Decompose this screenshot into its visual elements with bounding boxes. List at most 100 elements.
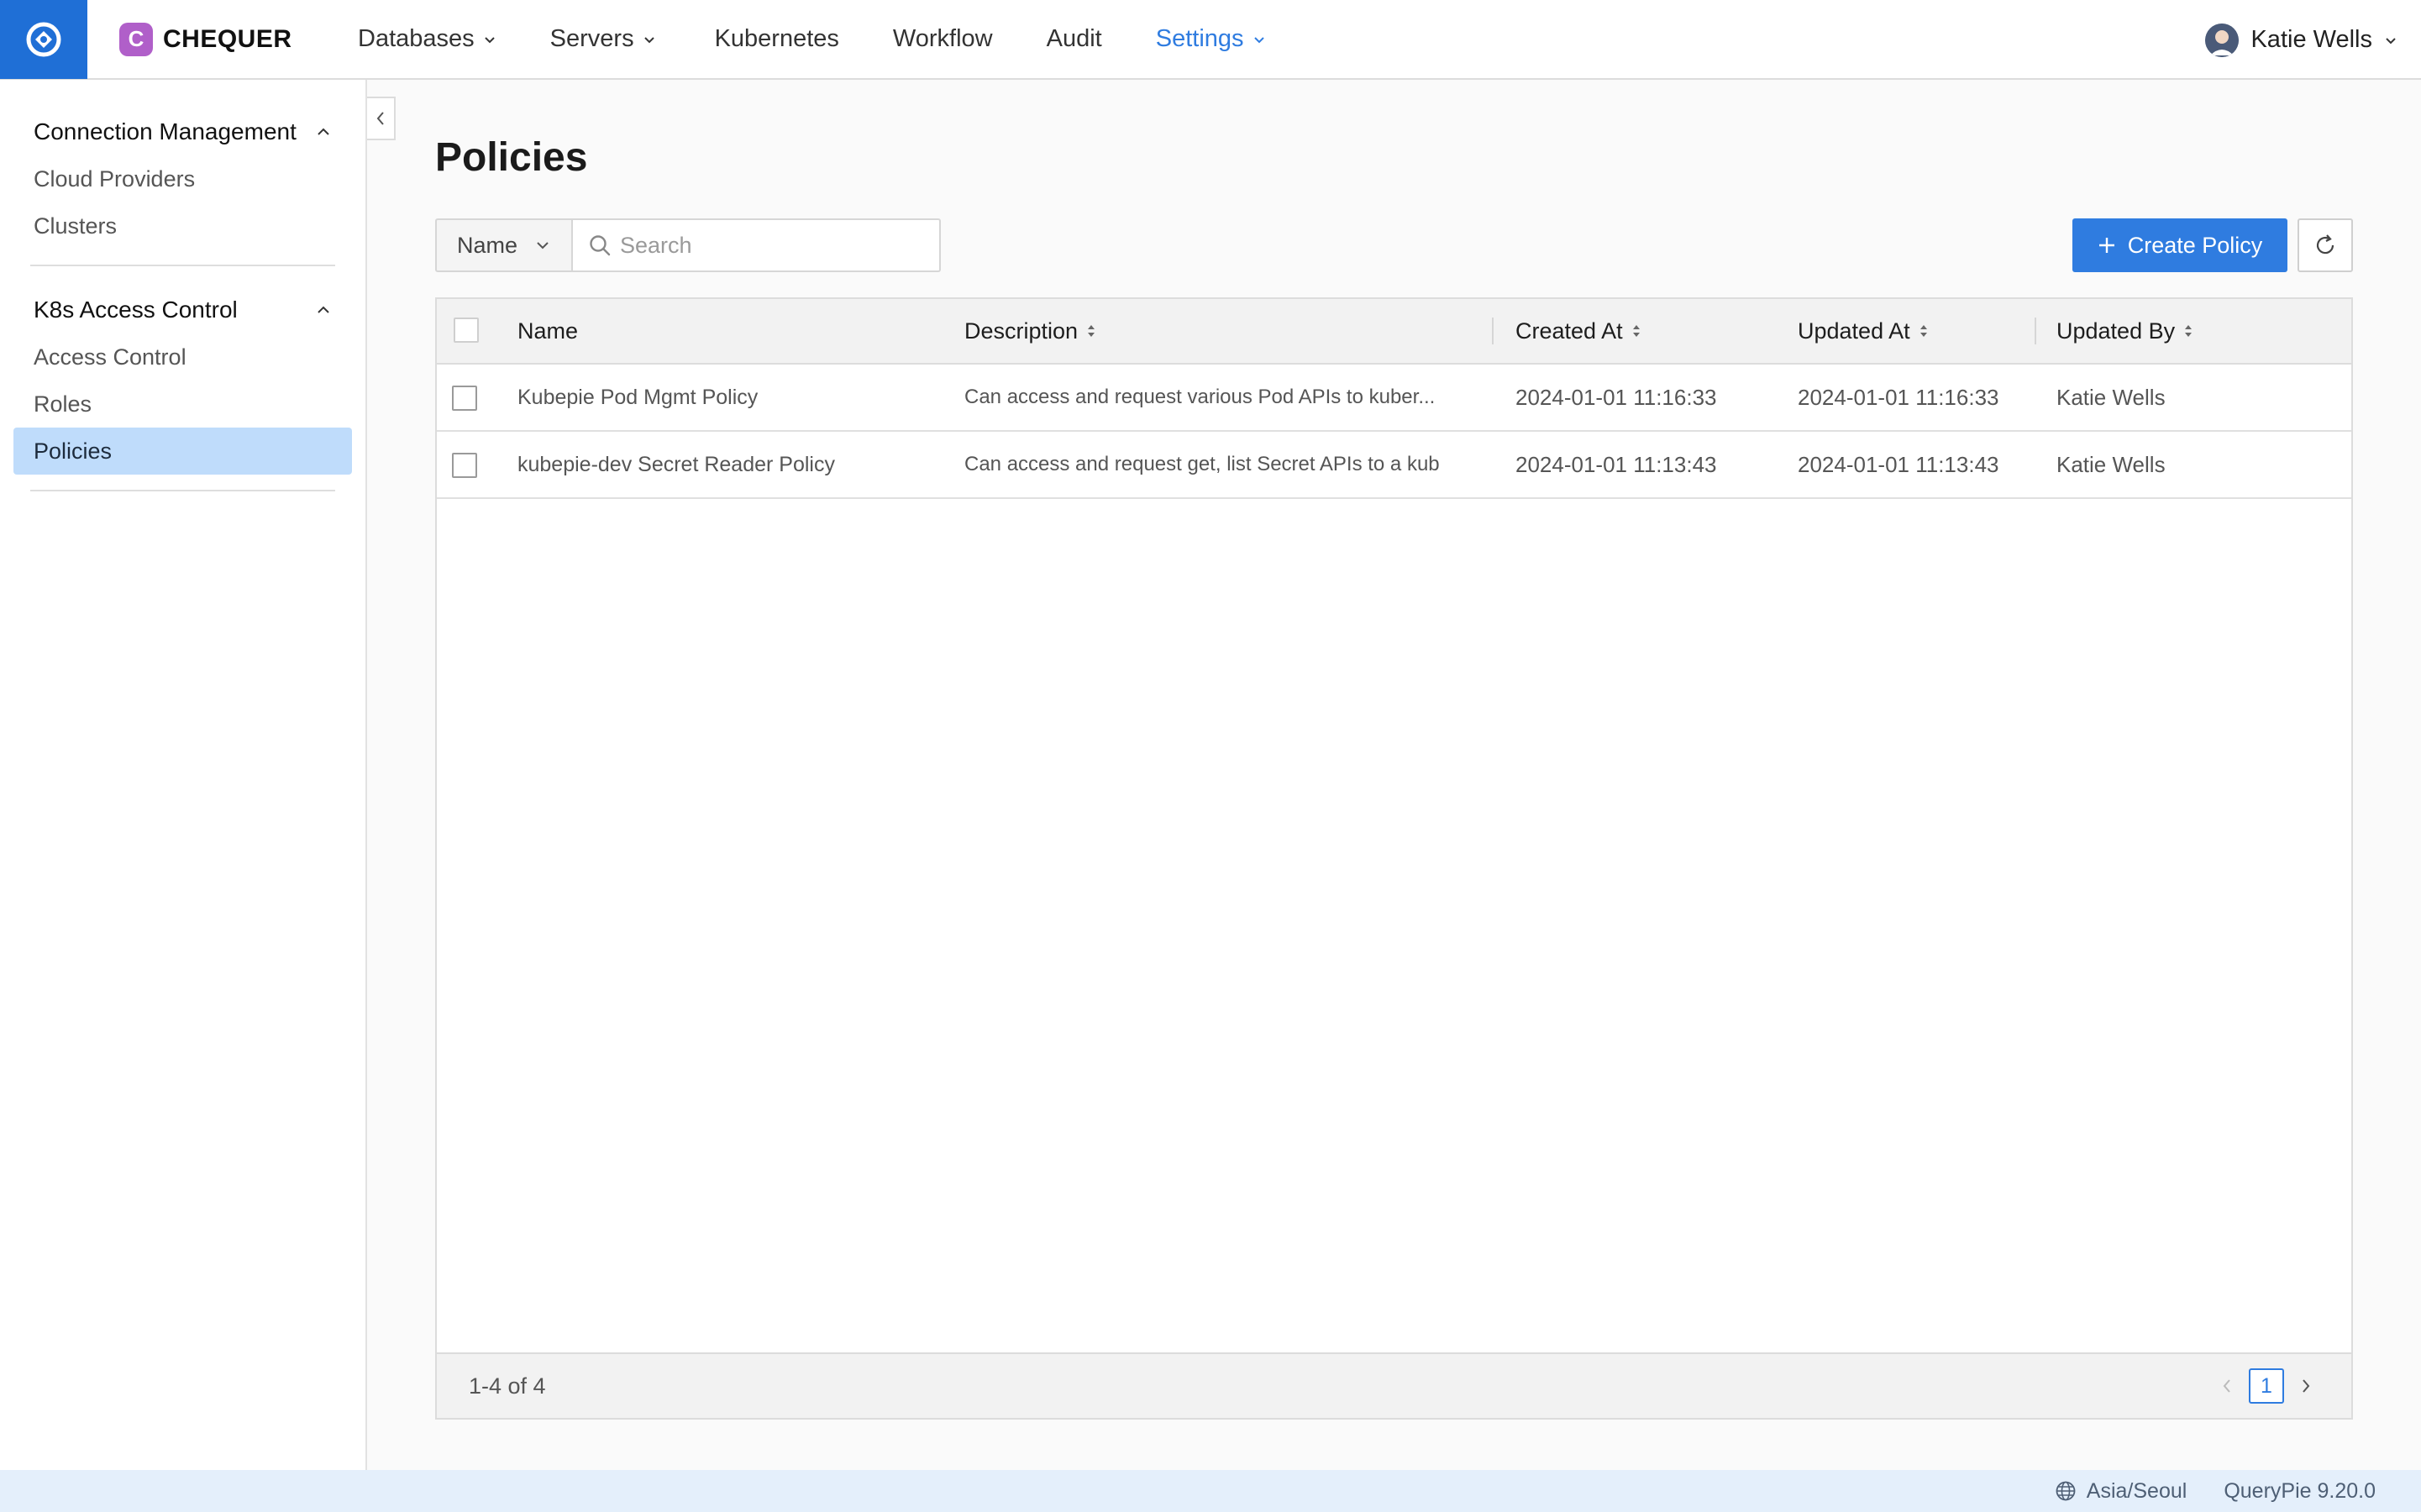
updated-by: Katie Wells [2056,384,2166,410]
filter-toolbar: Name [435,218,941,272]
status-bar: Asia/Seoul QueryPie 9.20.0 [0,1470,2421,1512]
column-separator[interactable] [2035,318,2036,344]
sidebar-item-label: Roles [34,391,92,417]
chevron-down-icon [643,36,654,43]
column-header-updated-by[interactable]: Updated By [2056,299,2193,363]
sidebar-collapse-button[interactable] [367,97,396,140]
search-input[interactable] [620,232,922,259]
column-label: Created At [1515,318,1623,344]
nav-label: Audit [1046,25,1102,52]
nav-settings[interactable]: Settings [1156,0,1266,79]
column-header-created-at[interactable]: Created At [1515,299,1641,363]
sidebar-group-k8s: K8s Access Control Access Control Roles … [0,266,365,491]
column-header-description[interactable]: Description [964,299,1096,363]
updated-by: Katie Wells [2056,451,2166,477]
policy-description: Can access and request get, list Secret … [964,453,1440,475]
policy-name[interactable]: kubepie-dev Secret Reader Policy [517,432,937,497]
nav-kubernetes[interactable]: Kubernetes [715,0,839,79]
chevron-right-icon[interactable] [2299,1377,2313,1395]
table-footer: 1-4 of 4 1 [437,1352,2351,1418]
page-title: Policies [435,135,588,180]
created-at: 2024-01-01 11:16:33 [1515,384,1717,410]
created-at: 2024-01-01 11:13:43 [1515,451,1717,477]
user-avatar-icon [2205,23,2240,57]
sidebar-item-label: Cloud Providers [34,165,196,192]
nav-databases[interactable]: Databases [358,0,496,79]
avatar [2205,23,2240,57]
row-checkbox[interactable] [452,386,477,411]
app-logo[interactable] [0,0,87,79]
chevron-left-icon [376,112,384,125]
sidebar-item-policies[interactable]: Policies [13,428,352,475]
row-checkbox[interactable] [452,453,477,478]
sidebar-item-clusters[interactable]: Clusters [13,202,352,249]
pagination: 1 [2220,1354,2313,1418]
page-number[interactable]: 1 [2249,1368,2284,1404]
chevron-down-icon [537,242,549,249]
nav-workflow[interactable]: Workflow [893,0,993,79]
table-row[interactable]: kubepie-dev Secret Reader Policy Can acc… [437,432,2351,499]
table-row[interactable]: Kubepie Pod Mgmt Policy Can access and r… [437,365,2351,432]
sidebar-divider [30,490,335,491]
policy-name[interactable]: Kubepie Pod Mgmt Policy [517,365,937,430]
filter-field-select[interactable]: Name [435,218,573,272]
brand: C CHEQUER [119,22,329,56]
chevron-down-icon [484,36,495,43]
querypie-logo-icon [26,22,61,56]
sort-icon [1919,325,1927,337]
user-menu[interactable]: Katie Wells [2205,0,2397,80]
chevron-down-icon [2386,37,2396,44]
column-separator[interactable] [1492,318,1494,344]
create-policy-label: Create Policy [2127,232,2263,258]
refresh-button[interactable] [2298,218,2353,272]
top-bar: C CHEQUER Databases Servers Kubernetes W… [0,0,2421,80]
sidebar-item-cloud-providers[interactable]: Cloud Providers [13,155,352,202]
main-nav: Databases Servers Kubernetes Workflow Au… [358,0,1320,79]
nav-servers[interactable]: Servers [550,0,656,79]
policy-description: Can access and request various Pod APIs … [964,386,1436,408]
chevron-up-icon [318,306,329,313]
table-header: Name Description Created At Updated At U… [437,299,2351,365]
sort-icon [1632,325,1640,337]
nav-label: Databases [358,25,475,52]
sort-icon [2185,325,2193,337]
refresh-icon [2316,234,2334,255]
select-all-checkbox[interactable] [454,318,479,343]
nav-label: Settings [1155,25,1244,52]
timezone[interactable]: Asia/Seoul [2055,1479,2187,1504]
chevron-left-icon[interactable] [2220,1377,2234,1395]
sidebar-group-title: Connection Management [34,118,297,144]
column-label: Updated At [1798,318,1910,344]
nav-audit[interactable]: Audit [1047,0,1102,79]
sidebar-item-roles[interactable]: Roles [13,381,352,428]
column-label: Updated By [2056,318,2176,344]
chevron-up-icon [318,128,329,135]
chevron-down-icon [1253,36,1264,43]
sidebar-group-header[interactable]: Connection Management [13,108,352,155]
sidebar-group-header[interactable]: K8s Access Control [13,286,352,333]
column-header-name[interactable]: Name [517,299,578,363]
sidebar-item-label: Clusters [34,213,118,239]
user-name: Katie Wells [2250,26,2372,53]
globe-icon [2056,1481,2076,1501]
column-header-updated-at[interactable]: Updated At [1798,299,1929,363]
brand-badge: C [119,22,153,56]
pagination-range: 1-4 of 4 [469,1373,546,1399]
updated-at: 2024-01-01 11:16:33 [1798,384,1999,410]
timezone-label: Asia/Seoul [2086,1478,2187,1503]
sidebar: Connection Management Cloud Providers Cl… [0,80,367,1470]
filter-field-value: Name [457,232,518,258]
plus-icon [2098,238,2114,253]
column-label: Name [517,318,579,344]
search-icon [590,235,611,256]
policies-table: Name Description Created At Updated At U… [435,297,2353,1420]
sidebar-group-title: K8s Access Control [34,297,238,323]
sidebar-group-connection: Connection Management Cloud Providers Cl… [0,80,365,266]
nav-label: Workflow [892,25,993,52]
updated-at: 2024-01-01 11:13:43 [1798,451,1999,477]
app-version: QueryPie 9.20.0 [2224,1478,2376,1503]
sidebar-item-access-control[interactable]: Access Control [13,333,352,381]
create-policy-button[interactable]: Create Policy [2072,218,2287,272]
column-label: Description [964,318,1079,344]
sidebar-item-label: Access Control [34,344,186,370]
